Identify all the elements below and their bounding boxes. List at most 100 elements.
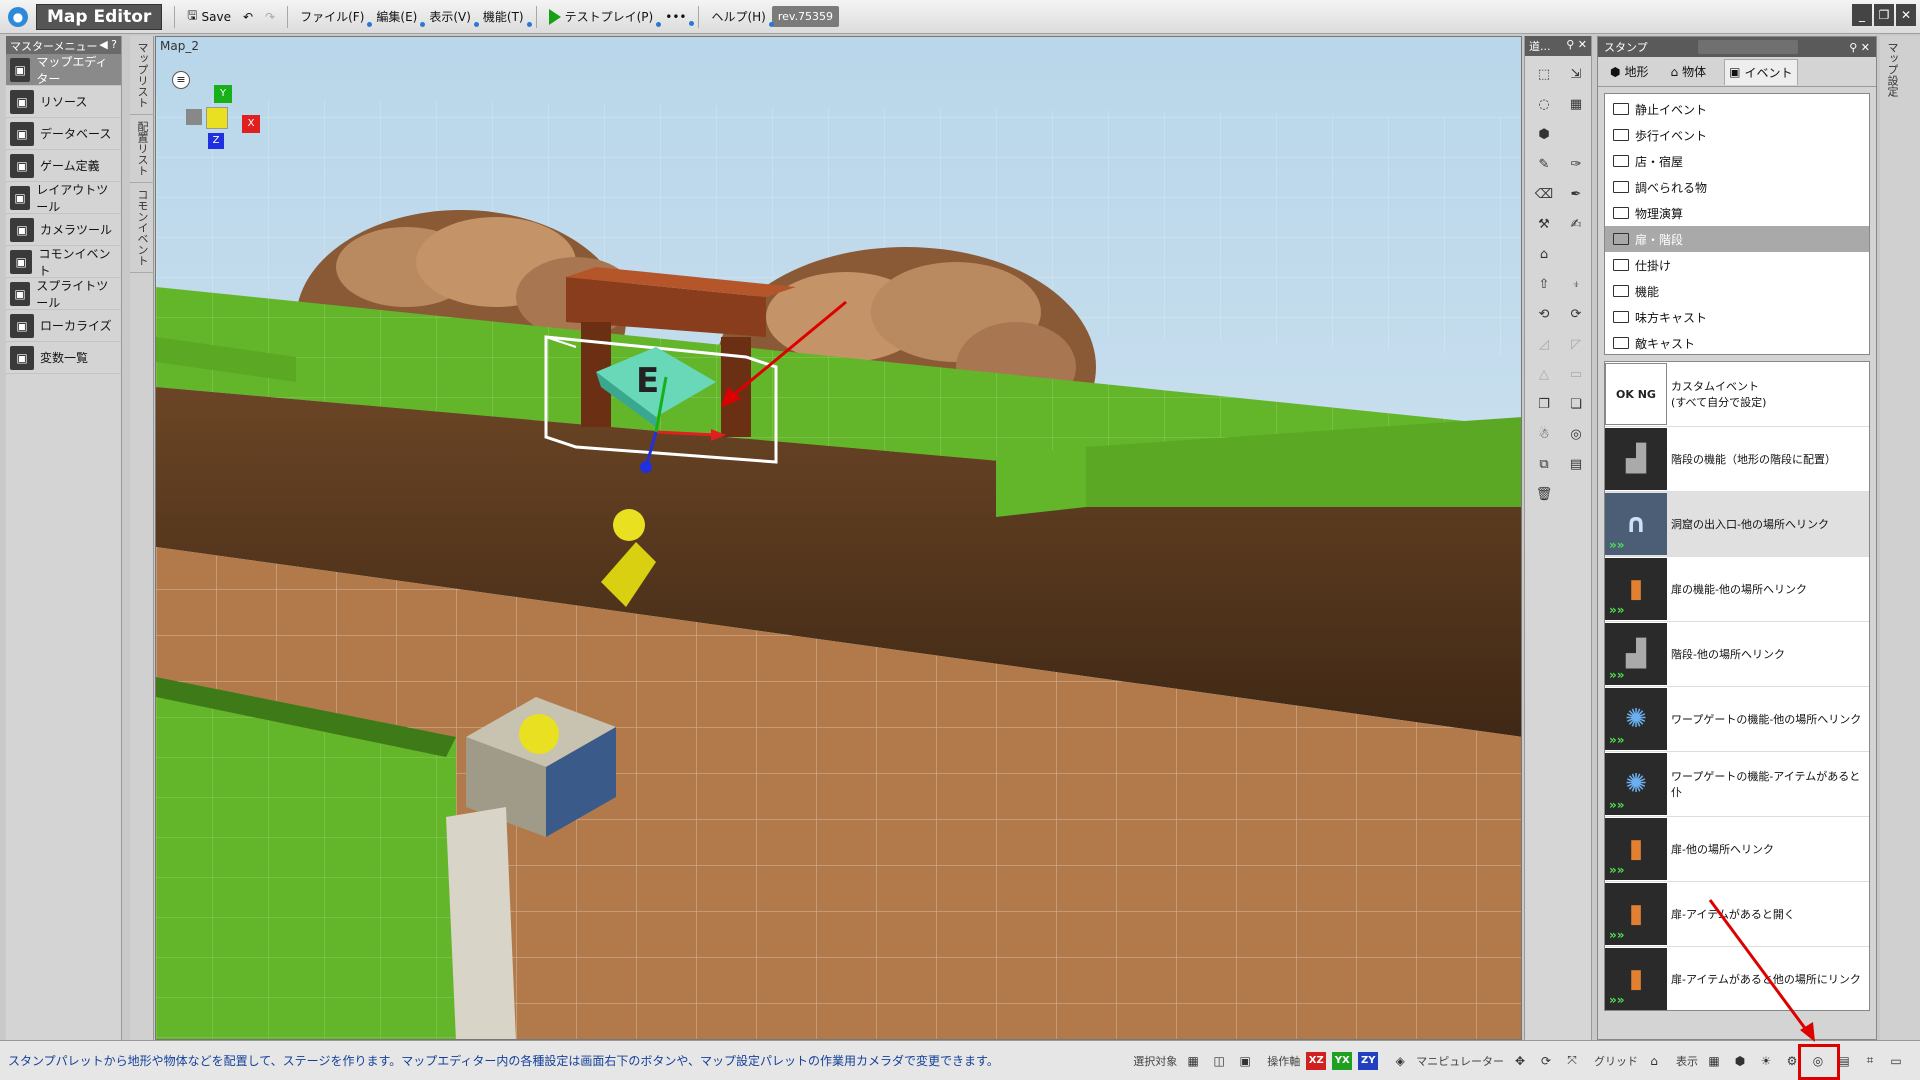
gizmo-neg-icon[interactable] <box>186 109 202 125</box>
target-icon[interactable]: ◎ <box>1561 420 1591 448</box>
lasso-icon[interactable]: ◌ <box>1529 90 1559 118</box>
pin-icon[interactable]: ⚲ ✕ <box>1566 38 1587 54</box>
testplay-button[interactable]: テストプレイ(P) <box>543 6 662 27</box>
axis-yx-button[interactable]: YX <box>1332 1051 1353 1070</box>
tab-object[interactable]: ⌂ 物体 <box>1667 59 1711 84</box>
menu-file[interactable]: ファイル(F) <box>294 6 373 27</box>
sidebar-item-resource[interactable]: ▣ リソース <box>6 86 121 118</box>
minimize-icon[interactable]: _ <box>1852 4 1872 26</box>
select-tile-icon[interactable]: ▦ <box>1183 1051 1203 1071</box>
list-item[interactable]: OK NG カスタムイベント (すべて自分で設定) <box>1605 362 1869 427</box>
list-item[interactable]: ∩»» 洞窟の出入口-他の場所へリンク <box>1605 492 1869 557</box>
move-icon[interactable]: ✥ <box>1510 1051 1530 1071</box>
list-item[interactable]: 味方キャスト <box>1605 304 1869 330</box>
duplicate-icon[interactable]: ⧉ <box>1529 450 1559 478</box>
tab-event[interactable]: ▣ イベント <box>1724 58 1798 85</box>
cube-select-icon[interactable]: ⬢ <box>1529 120 1559 148</box>
display-cube-icon[interactable]: ⬢ <box>1730 1051 1750 1071</box>
menu-view[interactable]: 表示(V) <box>423 6 479 27</box>
list-item[interactable]: ▟ 階段の機能（地形の階段に配置） <box>1605 427 1869 492</box>
sidebar-item-localize[interactable]: ▣ ローカライズ <box>6 310 121 342</box>
house-icon[interactable]: ⌂ <box>1529 240 1559 268</box>
clipboard-icon[interactable]: ▤ <box>1561 450 1591 478</box>
menu-help[interactable]: ヘルプ(H) <box>705 6 774 27</box>
list-item[interactable]: 扉・階段 <box>1605 226 1869 252</box>
eraser-icon[interactable]: ⌫ <box>1529 180 1559 208</box>
redo-button[interactable]: ↷ <box>259 8 281 26</box>
viewport-menu-icon[interactable]: ≡ <box>172 71 190 89</box>
grid-toggle-icon[interactable]: ⌂ <box>1644 1051 1664 1071</box>
sidebar-item-game-definition[interactable]: ▣ ゲーム定義 <box>6 150 121 182</box>
copy-icon[interactable]: ❐ <box>1529 390 1559 418</box>
tab-map-settings[interactable]: マップ設定 <box>1880 36 1904 103</box>
undo-button[interactable]: ↶ <box>237 8 259 26</box>
restore-icon[interactable]: ❐ <box>1874 4 1894 26</box>
scale-icon[interactable]: ⤧ <box>1562 1051 1582 1071</box>
sidebar-item-layout-tool[interactable]: ▣ レイアウトツール <box>6 182 121 214</box>
sidebar-item-sprite-tool[interactable]: ▣ スプライトツール <box>6 278 121 310</box>
list-item[interactable]: ▟»» 階段-他の場所へリンク <box>1605 622 1869 687</box>
sidebar-item-camera-tool[interactable]: ▣ カメラツール <box>6 214 121 246</box>
paint-icon[interactable]: ✍ <box>1561 210 1591 238</box>
menu-function[interactable]: 機能(T) <box>477 6 532 27</box>
tab-terrain[interactable]: ⬢ 地形 <box>1606 59 1653 84</box>
rotate-icon[interactable]: ⟲ <box>1529 300 1559 328</box>
stamp-close-icon[interactable]: ⚲ ✕ <box>1849 41 1870 54</box>
display-layer-icon[interactable]: ▭ <box>1886 1051 1906 1071</box>
list-item[interactable]: 静止イベント <box>1605 96 1869 122</box>
gizmo-center-icon[interactable] <box>206 107 228 129</box>
axis-zy-button[interactable]: ZY <box>1358 1051 1379 1070</box>
axis-xz-button[interactable]: XZ <box>1306 1051 1327 1070</box>
triangle-icon[interactable]: △ <box>1529 360 1559 388</box>
gizmo-z-icon[interactable]: Z <box>208 133 224 149</box>
hammer-icon[interactable]: ⚒ <box>1529 210 1559 238</box>
sidebar-item-database[interactable]: ▣ データベース <box>6 118 121 150</box>
tab-common-event[interactable]: コモンイベント <box>130 183 154 273</box>
display-camera-icon[interactable]: ⌗ <box>1860 1051 1880 1071</box>
list-item[interactable]: 調べられる物 <box>1605 174 1869 200</box>
close-icon[interactable]: ✕ <box>1896 4 1916 26</box>
paste-icon[interactable]: ❏ <box>1561 390 1591 418</box>
brush-icon[interactable]: ✑ <box>1561 150 1591 178</box>
map-viewport[interactable]: Map_2 ≡ E Y X Z <box>155 36 1522 1040</box>
display-light-icon[interactable]: ☀ <box>1756 1051 1776 1071</box>
list-item[interactable]: 敵キャスト <box>1605 330 1869 354</box>
eraser-icon[interactable]: ◈ <box>1390 1051 1410 1071</box>
list-item[interactable]: ✺»» ワープゲートの機能-アイテムがあると仆 <box>1605 752 1869 817</box>
figure-icon[interactable]: ☃ <box>1529 420 1559 448</box>
stamp-icon[interactable]: ⍖ <box>1561 270 1591 298</box>
pencil-icon[interactable]: ✎ <box>1529 150 1559 178</box>
list-item[interactable]: 歩行イベント <box>1605 122 1869 148</box>
list-item[interactable]: 仕掛け <box>1605 252 1869 278</box>
sidebar-item-variables[interactable]: ▣ 変数一覧 <box>6 342 121 374</box>
stamp-search-input[interactable] <box>1698 40 1799 54</box>
slope2-icon[interactable]: ◸ <box>1561 330 1591 358</box>
list-item[interactable]: ▮»» 扉-他の場所へリンク <box>1605 817 1869 882</box>
tab-map-list[interactable]: マップリスト <box>130 36 154 115</box>
grid-select-icon[interactable]: ▦ <box>1561 90 1591 118</box>
refresh-icon[interactable]: ⟳ <box>1561 300 1591 328</box>
select-object-icon[interactable]: ◫ <box>1209 1051 1229 1071</box>
sidebar-item-common-event[interactable]: ▣ コモンイベント <box>6 246 121 278</box>
raise-icon[interactable]: ⇧ <box>1529 270 1559 298</box>
select-rect-icon[interactable]: ⬚ <box>1529 60 1559 88</box>
more-button[interactable]: ••• <box>659 8 695 26</box>
list-item[interactable]: ▮»» 扉の機能-他の場所へリンク <box>1605 557 1869 622</box>
gizmo-y-icon[interactable]: Y <box>214 85 232 103</box>
save-button[interactable]: 🖫 Save <box>181 4 237 29</box>
list-item[interactable]: 物理演算 <box>1605 200 1869 226</box>
list-item[interactable]: 機能 <box>1605 278 1869 304</box>
select-cursor-icon[interactable]: ⇲ <box>1561 60 1591 88</box>
axis-gizmo[interactable]: Y X Z <box>186 85 260 155</box>
rect-icon[interactable]: ▭ <box>1561 360 1591 388</box>
list-item[interactable]: ✺»» ワープゲートの機能-他の場所へリンク <box>1605 687 1869 752</box>
menu-edit[interactable]: 編集(E) <box>370 6 426 27</box>
gizmo-x-icon[interactable]: X <box>242 115 260 133</box>
slope-icon[interactable]: ◿ <box>1529 330 1559 358</box>
rotate-icon[interactable]: ⟳ <box>1536 1051 1556 1071</box>
tab-placement-list[interactable]: 配置リスト <box>130 115 154 183</box>
sidebar-item-map-editor[interactable]: ▣ マップエディター <box>6 54 121 86</box>
trash-icon[interactable]: 🗑 <box>1529 480 1559 508</box>
collapse-icon[interactable]: ◀ ? <box>99 38 117 52</box>
list-item[interactable]: 店・宿屋 <box>1605 148 1869 174</box>
